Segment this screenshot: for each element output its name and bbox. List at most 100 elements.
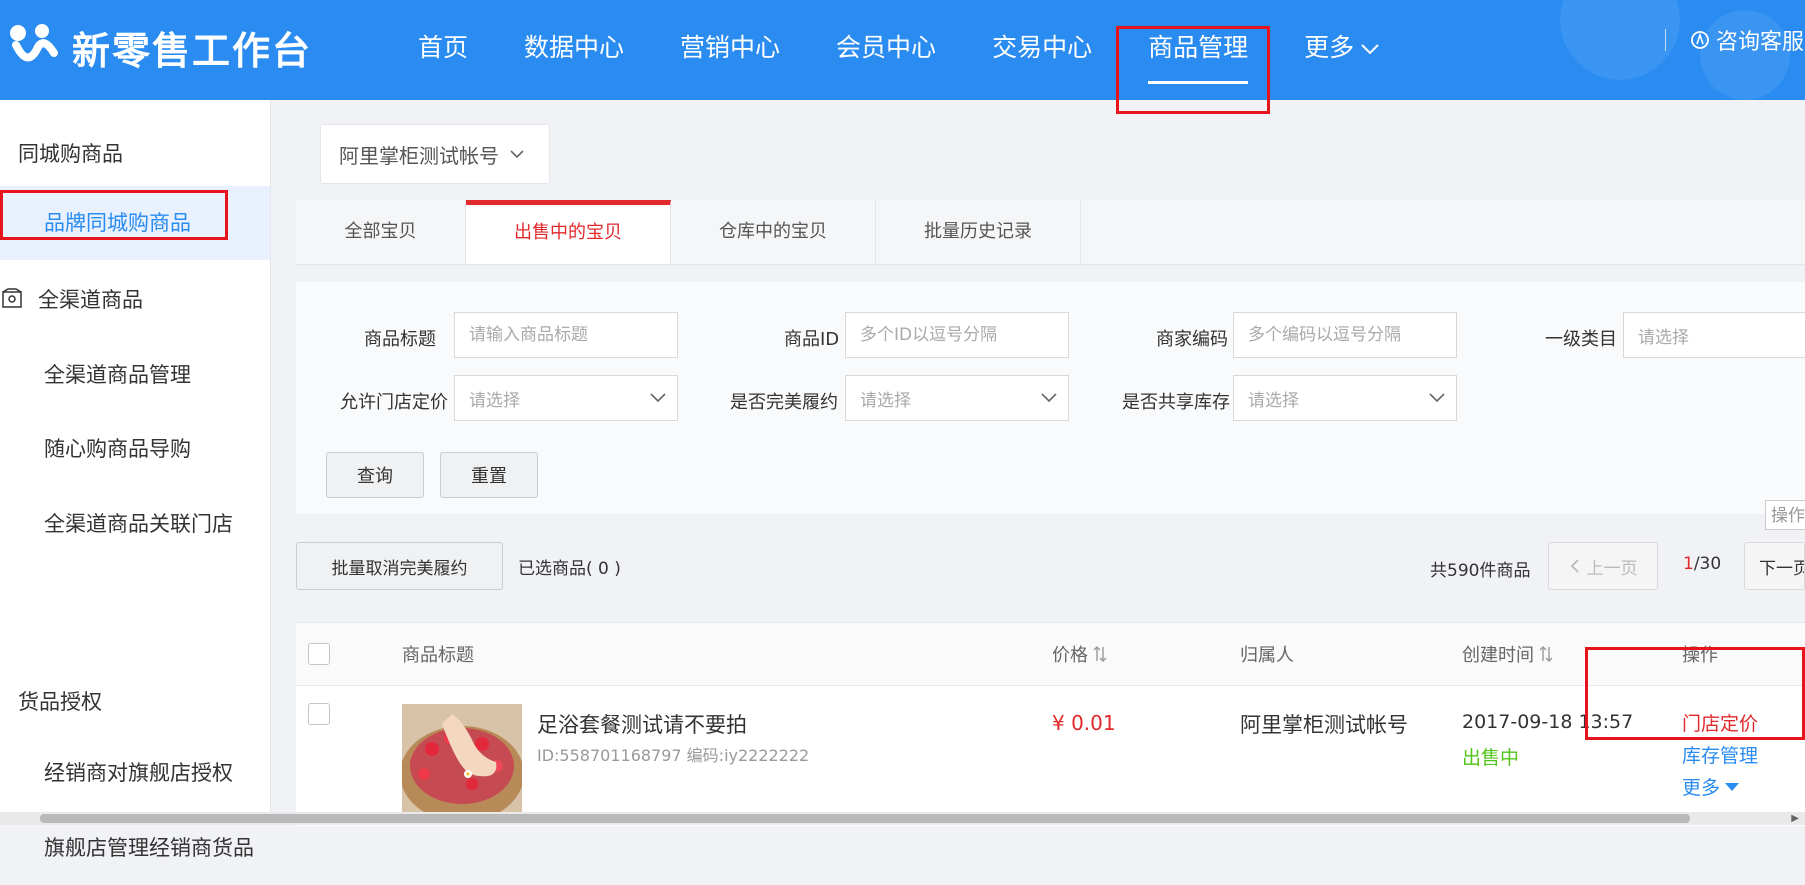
account-selector[interactable]: 阿里掌柜测试帐号: [320, 124, 550, 184]
category-filter-label: 一级类目: [1545, 329, 1617, 350]
sidebar-group-local[interactable]: 同城购商品: [18, 138, 123, 168]
page-indicator: 1/30: [1683, 554, 1721, 574]
id-input[interactable]: [845, 312, 1069, 358]
logo-icon: [10, 23, 58, 61]
total-count: 共590件商品: [1430, 561, 1531, 581]
status-badge: 出售中: [1462, 747, 1520, 769]
nav-marketing-center[interactable]: 营销中心: [652, 0, 808, 100]
category-select[interactable]: 请选择: [1623, 312, 1805, 358]
filter-panel: 商品标题 商品ID 商家编码 一级类目 请选择 允许门店定价 请选择 是否完美履…: [296, 282, 1805, 514]
header-created[interactable]: 创建时间: [1462, 641, 1554, 667]
chevron-down-icon: [1429, 393, 1445, 403]
title-input[interactable]: [454, 312, 678, 358]
chevron-left-icon: [1570, 559, 1579, 573]
caret-down-icon: [1725, 782, 1740, 791]
sidebar-item-omni-stores[interactable]: 全渠道商品关联门店: [0, 487, 270, 561]
query-button[interactable]: 查询: [326, 452, 424, 498]
id-filter-label: 商品ID: [784, 329, 840, 350]
prev-page-button[interactable]: 上一页: [1548, 542, 1658, 590]
perfect-fulfillment-value: 请选择: [860, 390, 911, 411]
product-table: 商品标题 价格 归属人 创建时间 操作 足浴套餐测试请不要拍 ID:558701…: [296, 622, 1805, 826]
main-nav: 首页 数据中心 营销中心 会员中心 交易中心 商品管理 更多: [390, 0, 1408, 100]
chevron-down-icon: [650, 393, 666, 403]
divider: [1665, 29, 1666, 51]
row-checkbox[interactable]: [308, 703, 330, 725]
account-name: 阿里掌柜测试帐号: [339, 143, 499, 168]
sidebar-group-authorization[interactable]: 货品授权: [18, 686, 102, 716]
shared-stock-select[interactable]: 请选择: [1233, 375, 1457, 421]
nav-trade-center[interactable]: 交易中心: [964, 0, 1120, 100]
select-all-checkbox[interactable]: [308, 643, 330, 665]
bulk-cancel-perfect-button[interactable]: 批量取消完美履约: [296, 542, 503, 590]
header-title: 商品标题: [402, 645, 474, 666]
tab-on-sale[interactable]: 出售中的宝贝: [466, 200, 671, 264]
ops-column-tip: 操作: [1765, 500, 1805, 530]
store-pricing-link[interactable]: 门店定价: [1682, 709, 1758, 736]
sidebar-item-brand-local[interactable]: 品牌同城购商品: [0, 186, 270, 260]
product-tabs: 全部宝贝 出售中的宝贝 仓库中的宝贝 批量历史记录: [296, 200, 1805, 265]
table-header: 商品标题 价格 归属人 创建时间 操作: [296, 623, 1805, 686]
product-title[interactable]: 足浴套餐测试请不要拍: [537, 709, 747, 739]
header-owner: 归属人: [1240, 645, 1294, 666]
top-navigation-bar: 新零售工作台 首页 数据中心 营销中心 会员中心 交易中心 商品管理 更多 咨询…: [0, 0, 1805, 100]
total-pages: /30: [1693, 554, 1722, 574]
next-page-button[interactable]: 下一页: [1744, 542, 1805, 590]
product-meta: ID:558701168797 编码:iy2222222: [537, 746, 810, 765]
category-select-value: 请选择: [1638, 327, 1689, 348]
product-created-time: 2017-09-18 13:57: [1462, 711, 1634, 733]
merchant-code-input[interactable]: [1233, 312, 1457, 358]
nav-product-management[interactable]: 商品管理: [1120, 0, 1276, 100]
store-price-filter-label: 允许门店定价: [340, 392, 448, 413]
chevron-down-icon: [1361, 44, 1379, 55]
nav-home[interactable]: 首页: [390, 0, 496, 100]
shared-stock-value: 请选择: [1248, 390, 1299, 411]
store-price-select[interactable]: 请选择: [454, 375, 678, 421]
sidebar-item-omni-management[interactable]: 全渠道商品管理: [0, 338, 270, 412]
sidebar-item-shopping-guide[interactable]: 随心购商品导购: [0, 412, 270, 486]
stock-management-link[interactable]: 库存管理: [1682, 741, 1758, 768]
tab-batch-history[interactable]: 批量历史记录: [876, 200, 1081, 264]
header-price[interactable]: 价格: [1052, 641, 1108, 667]
app-logo[interactable]: 新零售工作台: [8, 20, 312, 75]
headset-icon: [1691, 31, 1709, 49]
support-link[interactable]: 咨询客服: [1665, 24, 1804, 56]
current-page: 1: [1683, 554, 1694, 574]
reset-button[interactable]: 重置: [440, 452, 538, 498]
nav-more-label: 更多: [1304, 33, 1355, 62]
sidebar: 同城购商品 品牌同城购商品 全渠道商品 全渠道商品管理 随心购商品导购 全渠道商…: [0, 100, 271, 860]
support-label: 咨询客服: [1716, 30, 1805, 55]
horizontal-scrollbar[interactable]: ▶: [0, 812, 1805, 825]
more-actions-label: 更多: [1682, 777, 1721, 799]
app-title: 新零售工作台: [72, 29, 313, 73]
list-toolbar: 批量取消完美履约 已选商品( 0 ) 共590件商品 上一页 1/30 下一页: [296, 542, 1805, 610]
title-filter-label: 商品标题: [364, 329, 436, 350]
tab-all-items[interactable]: 全部宝贝: [296, 200, 466, 264]
scrollbar-thumb[interactable]: [40, 814, 1690, 823]
sidebar-item-dealer-auth[interactable]: 经销商对旗舰店授权: [0, 736, 270, 810]
sort-icon: [1539, 646, 1553, 662]
more-actions-link[interactable]: 更多: [1682, 773, 1740, 800]
selected-count: 已选商品( 0 ): [518, 559, 621, 579]
nav-data-center[interactable]: 数据中心: [496, 0, 652, 100]
product-price: ¥ 0.01: [1052, 711, 1116, 735]
sidebar-group-omnichannel[interactable]: 全渠道商品: [0, 284, 143, 314]
header-price-label: 价格: [1052, 645, 1088, 666]
tab-in-warehouse[interactable]: 仓库中的宝贝: [671, 200, 876, 264]
prev-page-label: 上一页: [1586, 558, 1638, 579]
shared-stock-filter-label: 是否共享库存: [1122, 392, 1230, 413]
scroll-right-arrow-icon[interactable]: ▶: [1791, 813, 1799, 824]
sort-icon: [1093, 646, 1107, 662]
sidebar-group-omnichannel-label: 全渠道商品: [38, 288, 143, 312]
store-price-select-value: 请选择: [469, 390, 520, 411]
nav-more[interactable]: 更多: [1276, 0, 1408, 100]
product-thumbnail[interactable]: [402, 704, 522, 816]
main-content: 阿里掌柜测试帐号 全部宝贝 出售中的宝贝 仓库中的宝贝 批量历史记录 商品标题 …: [296, 100, 1805, 826]
header-created-label: 创建时间: [1462, 645, 1534, 666]
package-icon: [2, 288, 22, 308]
chevron-down-icon: [510, 150, 524, 159]
perfect-filter-label: 是否完美履约: [730, 392, 838, 413]
nav-member-center[interactable]: 会员中心: [808, 0, 964, 100]
perfect-fulfillment-select[interactable]: 请选择: [845, 375, 1069, 421]
chevron-down-icon: [1041, 393, 1057, 403]
code-filter-label: 商家编码: [1156, 329, 1228, 350]
